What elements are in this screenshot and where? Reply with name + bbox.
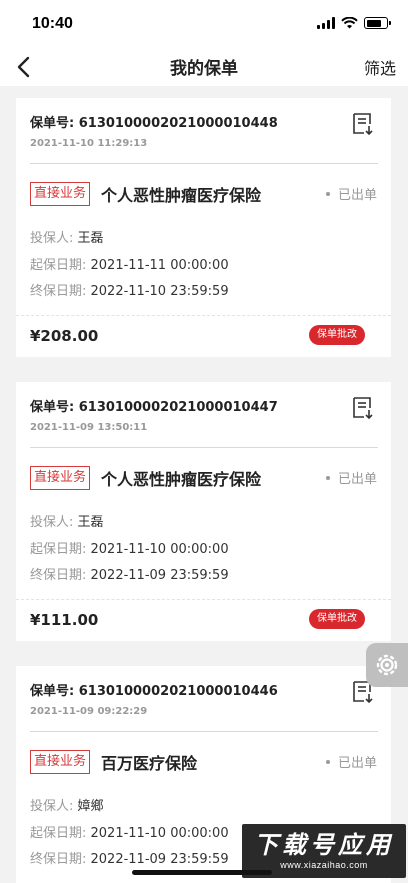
home-indicator[interactable] [132,870,272,875]
document-icon[interactable] [352,112,374,136]
policy-holder: 投保人: 嫜鄉 [30,799,104,814]
business-type-tag: 直接业务 [30,750,91,774]
dashed-divider [16,599,391,600]
divider [30,731,378,732]
status-bar: 10:40 [0,0,408,50]
policy-end-date: 终保日期: 2022-11-09 23:59:59 [30,568,229,583]
policy-holder: 投保人: 王磊 [30,231,104,246]
status-icons [317,17,391,29]
divider [30,447,378,448]
watermark-main-text: 下载号应用 [254,831,394,859]
policy-end-date: 终保日期: 2022-11-10 23:59:59 [30,284,229,299]
policy-created-time: 2021-11-10 11:29:13 [30,138,148,149]
policy-status: 已出单 [325,468,377,487]
product-name: 个人恶性肿瘤医疗保险 [101,470,262,489]
premium-price: ¥111.00 [30,611,99,629]
policy-created-time: 2021-11-09 09:22:29 [30,706,148,717]
page-title: 我的保单 [170,59,238,79]
endorse-button[interactable]: 保单批改 [309,325,365,345]
policy-start-date: 起保日期: 2021-11-10 00:00:00 [30,826,229,841]
endorse-button[interactable]: 保单批改 [309,609,365,629]
settings-icon [376,654,398,676]
policy-status: 已出单 [325,184,377,203]
divider [30,163,378,164]
signal-icon [317,17,335,29]
policy-status: 已出单 [325,752,377,771]
policy-created-time: 2021-11-09 13:50:11 [30,422,148,433]
policy-holder: 投保人: 王磊 [30,515,104,530]
dashed-divider [16,315,391,316]
policy-start-date: 起保日期: 2021-11-10 00:00:00 [30,542,229,557]
policy-number: 保单号: 6130100002021000010447 [30,400,278,415]
floating-settings-button[interactable] [366,643,408,687]
premium-price: ¥208.00 [30,327,99,345]
business-type-tag: 直接业务 [30,466,91,490]
policy-card[interactable]: 保单号: 6130100002021000010448 2021-11-10 1… [16,98,391,357]
product-name: 百万医疗保险 [101,754,198,773]
product-name: 个人恶性肿瘤医疗保险 [101,186,262,205]
business-type-tag: 直接业务 [30,182,91,206]
nav-bar: 我的保单 筛选 [0,50,408,86]
document-icon[interactable] [352,396,374,420]
policy-number: 保单号: 6130100002021000010448 [30,116,278,131]
policy-card[interactable]: 保单号: 6130100002021000010447 2021-11-09 1… [16,382,391,641]
wifi-icon [341,17,358,29]
policy-number: 保单号: 6130100002021000010446 [30,684,278,699]
watermark-url: www.xiazaihao.com [280,860,368,870]
status-time: 10:40 [32,15,73,32]
policy-end-date: 终保日期: 2022-11-09 23:59:59 [30,852,229,867]
policy-start-date: 起保日期: 2021-11-11 00:00:00 [30,258,229,273]
battery-icon [364,17,391,29]
filter-button[interactable]: 筛选 [364,55,396,79]
